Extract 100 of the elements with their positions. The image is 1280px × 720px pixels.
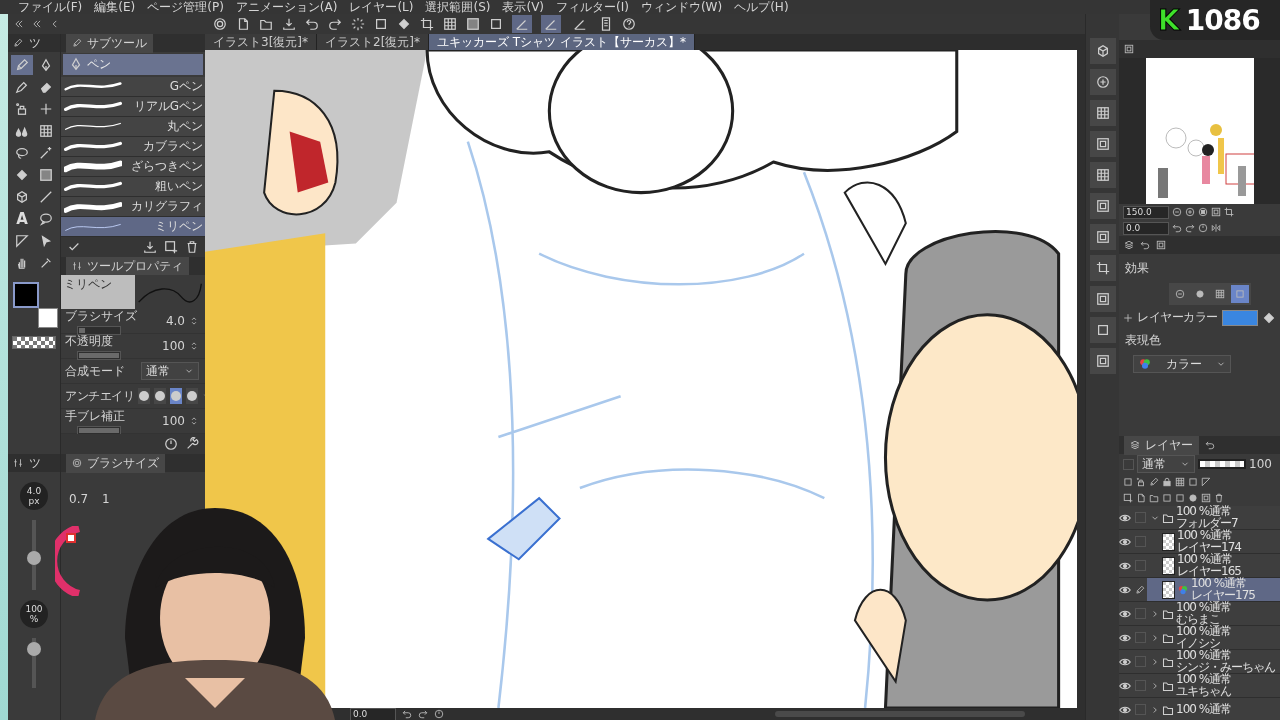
menu-item[interactable]: アニメーション(A)	[235, 0, 338, 14]
zoom-field[interactable]: 150.0	[1123, 205, 1169, 219]
main-color[interactable]	[13, 282, 39, 308]
panel-button[interactable]	[1089, 193, 1116, 219]
ruler-toggle[interactable]	[512, 15, 532, 33]
subtool-group[interactable]: ペン	[63, 54, 203, 75]
menu-item[interactable]: ウィンドウ(W)	[640, 0, 723, 14]
plus-icon[interactable]	[1123, 312, 1133, 323]
spinner-arrows-icon[interactable]	[189, 316, 199, 327]
panel-button[interactable]	[1089, 38, 1116, 64]
file-icon[interactable]	[1136, 493, 1146, 503]
layer-row[interactable]: 100 %通常 レイヤー174	[1119, 530, 1280, 554]
loading-icon[interactable]	[351, 17, 365, 31]
transparent-color[interactable]	[12, 336, 56, 349]
panel-button[interactable]	[1089, 286, 1116, 312]
sliders-icon[interactable]	[13, 458, 23, 468]
menu-item[interactable]: ページ管理(P)	[147, 0, 224, 14]
crop-icon[interactable]	[420, 17, 434, 31]
document-tab[interactable]: ユキッカーズ Tシャツ イラスト【サーカス】*	[429, 34, 695, 50]
panel-button[interactable]	[1089, 131, 1116, 157]
folder-icon[interactable]	[1162, 607, 1174, 620]
pen-icon[interactable]	[1135, 584, 1145, 595]
triangle-icon[interactable]	[1201, 477, 1211, 487]
zoom-in-icon[interactable]	[1185, 207, 1195, 217]
spinner-arrows-icon[interactable]	[189, 416, 199, 427]
spiral-icon[interactable]	[213, 17, 227, 31]
folder-icon[interactable]	[1162, 511, 1174, 524]
frame-icon[interactable]	[374, 17, 388, 31]
new-layer-icon[interactable]	[1123, 493, 1133, 503]
folder-icon[interactable]	[1149, 493, 1159, 503]
redo-icon[interactable]	[418, 709, 428, 719]
rotation-field[interactable]: 0.0	[1123, 221, 1169, 235]
brush-size-option[interactable]: 1	[102, 492, 110, 506]
brush-item[interactable]: ざらつきペン	[61, 156, 205, 177]
scrollbar[interactable]	[775, 711, 1025, 717]
layer-color-swatch[interactable]	[1221, 309, 1258, 326]
layer-row[interactable]: 100 %通常 イノシシ	[1119, 626, 1280, 650]
panel-icon[interactable]	[1201, 493, 1211, 503]
grid-icon[interactable]	[1175, 477, 1185, 487]
layer-row[interactable]: 100 %通常 レイヤー175	[1119, 578, 1280, 602]
undo-icon[interactable]	[1205, 440, 1215, 450]
chevron-icon[interactable]	[50, 19, 60, 29]
layer-row[interactable]: 100 %通常 シンジ・みーちゃん	[1119, 650, 1280, 674]
antialias-option[interactable]	[186, 388, 198, 405]
brush-item[interactable]: 丸ペン	[61, 116, 205, 137]
download-icon[interactable]	[143, 240, 157, 255]
bucket-icon[interactable]	[397, 17, 411, 31]
layer-row[interactable]: 100 %通常 ユキちゃん	[1119, 674, 1280, 698]
gradient-icon[interactable]	[466, 17, 480, 31]
double-chevron-icon[interactable]	[32, 19, 42, 29]
redo-icon[interactable]	[1185, 223, 1195, 233]
redo-icon[interactable]	[328, 17, 342, 31]
folder-icon[interactable]	[1162, 703, 1174, 716]
slider[interactable]	[77, 325, 121, 335]
trash-icon[interactable]	[1214, 493, 1224, 503]
panel-button[interactable]	[1089, 69, 1116, 95]
menu-item[interactable]: ヘルプ(H)	[734, 0, 789, 14]
dial-icon[interactable]	[164, 437, 178, 452]
sub-color[interactable]	[38, 308, 58, 328]
folder-icon[interactable]	[1162, 679, 1174, 692]
bucket-icon[interactable]	[1261, 310, 1276, 325]
crop-icon[interactable]	[1224, 207, 1234, 217]
lock-icon[interactable]	[1162, 477, 1172, 487]
dial-icon[interactable]	[434, 709, 444, 719]
brush-item[interactable]: カブラペン	[61, 136, 205, 157]
menu-item[interactable]: 選択範囲(S)	[425, 0, 491, 14]
menu-item[interactable]: 編集(E)	[94, 0, 136, 14]
undo-icon[interactable]	[1140, 240, 1150, 250]
folder-icon[interactable]	[1162, 631, 1174, 644]
antialias-option[interactable]	[138, 388, 150, 405]
layer-row[interactable]: 100 %通常 むらまこ	[1119, 602, 1280, 626]
help-icon[interactable]	[622, 17, 636, 31]
panel-icon[interactable]	[1124, 44, 1134, 54]
menu-item[interactable]: 表示(V)	[502, 0, 545, 14]
grid-icon[interactable]	[443, 17, 457, 31]
color-wheel-icon[interactable]	[55, 526, 81, 596]
document-tab[interactable]: イラスト2[復元]*	[317, 34, 429, 50]
undo-icon[interactable]	[402, 709, 412, 719]
antialias-option[interactable]	[170, 388, 182, 405]
menu-item[interactable]: ファイル(F)	[18, 0, 83, 14]
spinner-arrows-icon[interactable]	[189, 341, 199, 352]
panel-button[interactable]	[1089, 255, 1116, 281]
panel-tab[interactable]: レイヤー	[1124, 435, 1199, 455]
new-layer-icon[interactable]	[164, 240, 178, 255]
color-square[interactable]	[1123, 458, 1134, 470]
panel-button[interactable]	[1089, 348, 1116, 374]
blend-select[interactable]: 通常	[141, 362, 199, 381]
brush-item[interactable]: Gペン	[61, 76, 205, 97]
spray-icon[interactable]	[1136, 477, 1146, 487]
dial-icon[interactable]	[1198, 223, 1208, 233]
reset-icon[interactable]	[1198, 207, 1208, 217]
panel-button[interactable]	[1089, 224, 1116, 250]
download-icon[interactable]	[282, 17, 296, 31]
frame-icon[interactable]	[489, 17, 503, 31]
layer-row[interactable]: 100 %通常 フォルダー7	[1119, 506, 1280, 530]
undo-icon[interactable]	[305, 17, 319, 31]
panel-button[interactable]	[1089, 162, 1116, 188]
color-mode-select[interactable]: カラー	[1133, 355, 1231, 373]
dot-icon[interactable]	[1188, 493, 1198, 503]
brush-item[interactable]: 粗いペン	[61, 177, 205, 197]
